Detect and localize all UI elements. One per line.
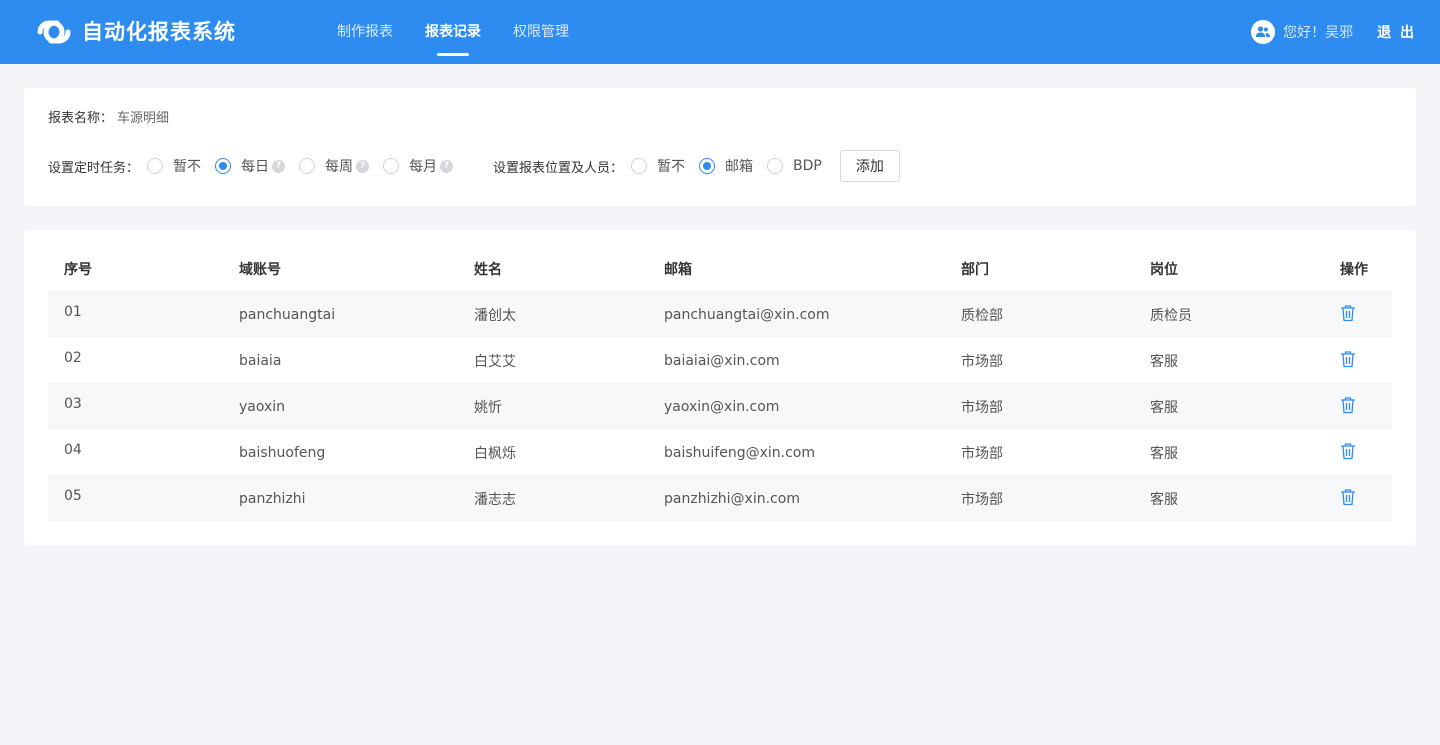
- radio-label: 每月: [409, 159, 438, 175]
- cell-account: panchuangtai: [239, 307, 336, 323]
- report-name-value: 车源明细: [117, 111, 170, 126]
- user-greeting: 您好！吴邪: [1283, 25, 1354, 41]
- cell-role: 客服: [1150, 354, 1178, 370]
- cell-email: baishuifeng@xin.com: [664, 445, 815, 461]
- cell-actions: [1324, 395, 1392, 417]
- column-header-name: 姓名: [474, 261, 502, 278]
- schedule-label: 设置定时任务：: [48, 160, 140, 176]
- radio-label: BDP: [793, 158, 822, 174]
- report-name-label: 报表名称：: [48, 111, 114, 126]
- cell-role: 客服: [1150, 446, 1178, 462]
- cell-role: 客服: [1150, 400, 1178, 416]
- schedule-radio-none[interactable]: 暂不: [147, 156, 201, 176]
- table-row: 03 yaoxin 姚忻 yaoxin@xin.com 市场部 客服: [48, 383, 1392, 429]
- cell-name: 白艾艾: [474, 354, 516, 370]
- add-button[interactable]: 添加: [839, 150, 900, 182]
- report-name-row: 报表名称： 车源明细: [48, 109, 169, 129]
- cell-dept: 市场部: [961, 492, 1003, 508]
- cell-index: 01: [64, 304, 82, 320]
- radio-label: 暂不: [173, 159, 202, 175]
- cell-index: 02: [64, 350, 82, 366]
- column-header-account: 域账号: [239, 261, 281, 278]
- trash-icon[interactable]: [1340, 396, 1356, 414]
- logout-button[interactable]: 退 出: [1377, 22, 1416, 42]
- nav-item-create-report[interactable]: 制作报表: [337, 0, 393, 64]
- column-header-dept: 部门: [961, 261, 989, 278]
- cell-account: yaoxin: [239, 399, 286, 415]
- recipients-table-card: 序号 域账号 姓名 邮箱 部门 岗位 操作 01 panchuangtai 潘创…: [24, 230, 1416, 545]
- recipients-table: 序号 域账号 姓名 邮箱 部门 岗位 操作 01 panchuangtai 潘创…: [48, 246, 1392, 521]
- table-row: 01 panchuangtai 潘创太 panchuangtai@xin.com…: [48, 291, 1392, 337]
- cell-actions: [1324, 303, 1392, 325]
- trash-icon[interactable]: [1340, 488, 1356, 506]
- cell-account: baiaia: [239, 353, 282, 369]
- help-icon[interactable]: ?: [272, 159, 286, 173]
- cell-actions: [1324, 487, 1392, 509]
- top-navbar: 自动化报表系统 制作报表 报表记录 权限管理 您好！吴邪 退 出: [0, 0, 1440, 64]
- column-header-actions: 操作: [1340, 261, 1368, 278]
- schedule-radio-daily[interactable]: 每日 ?: [215, 156, 286, 176]
- app-title: 自动化报表系统: [82, 20, 236, 44]
- trash-icon[interactable]: [1340, 350, 1356, 368]
- user-group-icon[interactable]: [1251, 20, 1276, 44]
- cell-name: 白枫烁: [474, 446, 516, 462]
- radio-label: 暂不: [657, 159, 686, 175]
- trash-icon[interactable]: [1340, 442, 1356, 460]
- cell-role: 客服: [1150, 492, 1178, 508]
- radio-label: 每日: [241, 159, 270, 175]
- radio-circle[interactable]: [699, 158, 716, 174]
- cell-dept: 质检部: [961, 308, 1003, 324]
- cell-name: 潘创太: [474, 308, 516, 324]
- radio-circle[interactable]: [215, 158, 232, 174]
- table-row: 04 baishuofeng 白枫烁 baishuifeng@xin.com 市…: [48, 429, 1392, 475]
- table-row: 02 baiaia 白艾艾 baiaiai@xin.com 市场部 客服: [48, 337, 1392, 383]
- location-radio-none[interactable]: 暂不: [631, 156, 685, 176]
- cell-index: 05: [64, 488, 82, 504]
- radio-circle[interactable]: [383, 158, 400, 174]
- table-row: 05 panzhizhi 潘志志 panzhizhi@xin.com 市场部 客…: [48, 475, 1392, 521]
- cell-email: yaoxin@xin.com: [664, 399, 780, 415]
- cell-dept: 市场部: [961, 446, 1003, 462]
- nav-item-report-records[interactable]: 报表记录: [425, 0, 481, 64]
- column-header-index: 序号: [64, 261, 92, 278]
- radio-label: 每周: [325, 159, 354, 175]
- location-radio-bdp[interactable]: BDP: [767, 158, 822, 174]
- nav-item-permissions[interactable]: 权限管理: [513, 0, 569, 64]
- link-logo-icon[interactable]: [34, 16, 74, 48]
- cell-index: 03: [64, 396, 82, 412]
- help-icon[interactable]: ?: [440, 159, 454, 173]
- cell-index: 04: [64, 442, 82, 458]
- column-header-email: 邮箱: [664, 261, 692, 278]
- cell-account: baishuofeng: [239, 445, 326, 461]
- location-label: 设置报表位置及人员：: [493, 160, 624, 176]
- help-icon[interactable]: ?: [356, 159, 370, 173]
- cell-email: panchuangtai@xin.com: [664, 307, 830, 323]
- radio-label: 邮箱: [725, 159, 754, 175]
- column-header-role: 岗位: [1150, 261, 1178, 278]
- cell-actions: [1324, 349, 1392, 371]
- user-area: 您好！吴邪 退 出: [1251, 0, 1416, 64]
- main-nav: 制作报表 报表记录 权限管理: [337, 0, 601, 64]
- location-radio-email[interactable]: 邮箱: [699, 156, 753, 176]
- cell-email: panzhizhi@xin.com: [664, 491, 800, 507]
- cell-email: baiaiai@xin.com: [664, 353, 780, 369]
- trash-icon[interactable]: [1340, 304, 1356, 322]
- report-config-card: 报表名称： 车源明细 设置定时任务： 暂不 每日 ? 每周 ? 每月 ? 设置报表…: [24, 88, 1416, 206]
- cell-actions: [1324, 441, 1392, 463]
- radio-circle[interactable]: [767, 158, 784, 174]
- schedule-radio-weekly[interactable]: 每周 ?: [299, 156, 370, 176]
- cell-dept: 市场部: [961, 400, 1003, 416]
- cell-role: 质检员: [1150, 308, 1192, 324]
- schedule-radio-monthly[interactable]: 每月 ?: [383, 156, 454, 176]
- cell-name: 潘志志: [474, 492, 516, 508]
- cell-dept: 市场部: [961, 354, 1003, 370]
- radio-circle[interactable]: [147, 158, 164, 174]
- cell-account: panzhizhi: [239, 491, 306, 507]
- table-header: 序号 域账号 姓名 邮箱 部门 岗位 操作: [48, 246, 1392, 291]
- cell-name: 姚忻: [474, 400, 502, 416]
- radio-circle[interactable]: [299, 158, 316, 174]
- report-settings-row: 设置定时任务： 暂不 每日 ? 每周 ? 每月 ? 设置报表位置及人员： 暂不: [48, 150, 900, 182]
- radio-circle[interactable]: [631, 158, 648, 174]
